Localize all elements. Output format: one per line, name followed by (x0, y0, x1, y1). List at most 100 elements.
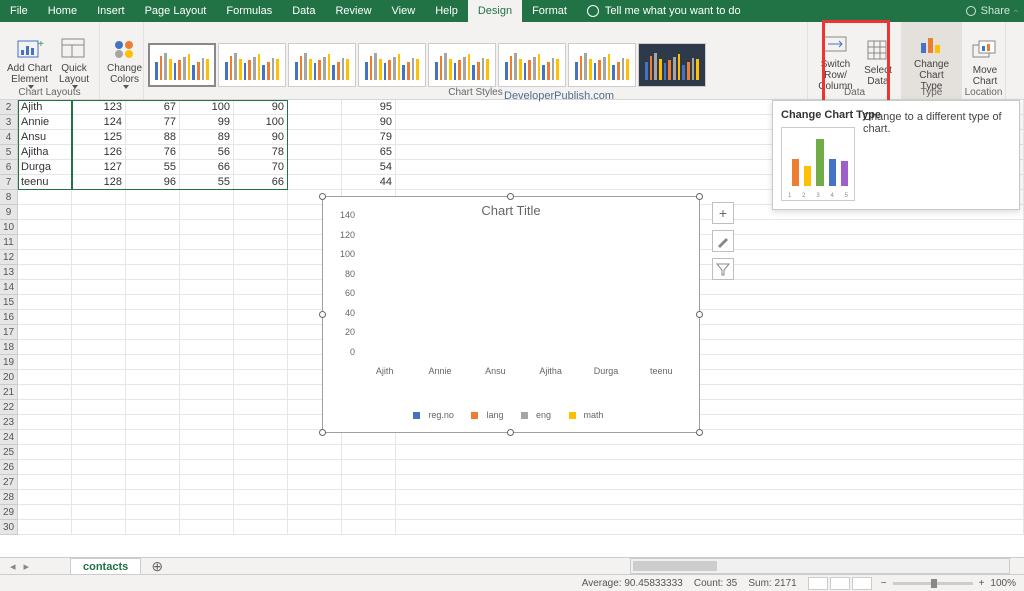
row-header[interactable]: 26 (0, 460, 18, 475)
cell[interactable]: 66 (180, 160, 234, 175)
cell[interactable] (234, 370, 288, 385)
cell[interactable] (288, 175, 342, 190)
change-chart-type-button[interactable]: Change Chart Type (906, 29, 957, 94)
cell[interactable]: 126 (72, 145, 126, 160)
chart-legend[interactable]: reg.no lang eng math (323, 410, 699, 420)
cell[interactable]: Ansu (18, 130, 72, 145)
cell[interactable] (234, 385, 288, 400)
row-header[interactable]: 20 (0, 370, 18, 385)
row-header[interactable]: 4 (0, 130, 18, 145)
cell[interactable] (342, 460, 396, 475)
cell[interactable] (234, 430, 288, 445)
cell[interactable] (126, 505, 180, 520)
cell[interactable]: Durga (18, 160, 72, 175)
cell[interactable]: 124 (72, 115, 126, 130)
cell[interactable]: 67 (126, 100, 180, 115)
row-header[interactable]: 14 (0, 280, 18, 295)
cell[interactable] (234, 235, 288, 250)
cell[interactable] (126, 310, 180, 325)
cell[interactable] (396, 460, 1024, 475)
chart-styles-gallery[interactable] (148, 43, 706, 87)
zoom-out-button[interactable]: − (881, 578, 887, 589)
cell[interactable] (288, 460, 342, 475)
cell[interactable] (288, 145, 342, 160)
cell[interactable]: teenu (18, 175, 72, 190)
cell[interactable] (234, 295, 288, 310)
row-header[interactable]: 24 (0, 430, 18, 445)
cell[interactable] (180, 265, 234, 280)
cell[interactable] (180, 505, 234, 520)
cell[interactable] (396, 445, 1024, 460)
cell[interactable] (18, 220, 72, 235)
chart-style-thumb-1[interactable] (148, 43, 216, 87)
row-header[interactable]: 8 (0, 190, 18, 205)
row-header[interactable]: 19 (0, 355, 18, 370)
cell[interactable] (72, 190, 126, 205)
cell[interactable] (234, 505, 288, 520)
cell[interactable] (72, 280, 126, 295)
cell[interactable] (18, 490, 72, 505)
cell[interactable] (234, 415, 288, 430)
row-header[interactable]: 12 (0, 250, 18, 265)
change-colors-button[interactable]: Change Colors (104, 33, 145, 91)
tab-view[interactable]: View (382, 0, 426, 22)
cell[interactable]: 90 (234, 100, 288, 115)
row-header[interactable]: 15 (0, 295, 18, 310)
cell[interactable] (18, 505, 72, 520)
cell[interactable] (288, 115, 342, 130)
cell[interactable] (396, 475, 1024, 490)
cell[interactable]: 100 (180, 100, 234, 115)
cell[interactable] (72, 430, 126, 445)
cell[interactable] (72, 205, 126, 220)
cell[interactable] (234, 520, 288, 535)
cell[interactable]: 99 (180, 115, 234, 130)
cell[interactable]: 95 (342, 100, 396, 115)
cell[interactable] (72, 295, 126, 310)
cell[interactable] (180, 190, 234, 205)
tab-review[interactable]: Review (325, 0, 381, 22)
cell[interactable] (126, 190, 180, 205)
cell[interactable] (18, 415, 72, 430)
row-header[interactable]: 29 (0, 505, 18, 520)
cell[interactable] (72, 355, 126, 370)
cell[interactable]: 70 (234, 160, 288, 175)
cell[interactable] (288, 100, 342, 115)
cell[interactable] (72, 235, 126, 250)
cell[interactable] (18, 355, 72, 370)
cell[interactable] (18, 205, 72, 220)
sheet-tab-contacts[interactable]: contacts (70, 558, 141, 575)
cell[interactable]: Ajith (18, 100, 72, 115)
cell[interactable] (18, 280, 72, 295)
cell[interactable] (18, 325, 72, 340)
row-header[interactable]: 25 (0, 445, 18, 460)
cell[interactable] (126, 235, 180, 250)
cell[interactable] (18, 430, 72, 445)
cell[interactable] (180, 235, 234, 250)
cell[interactable] (180, 310, 234, 325)
cell[interactable] (234, 265, 288, 280)
cell[interactable] (18, 370, 72, 385)
cell[interactable] (18, 190, 72, 205)
zoom-slider[interactable] (893, 582, 973, 585)
cell[interactable] (180, 445, 234, 460)
cell[interactable] (72, 460, 126, 475)
row-header[interactable]: 3 (0, 115, 18, 130)
cell[interactable] (234, 325, 288, 340)
cell[interactable] (72, 310, 126, 325)
tell-me-search[interactable]: Tell me what you want to do (587, 5, 741, 17)
zoom-control[interactable]: − + 100% (881, 578, 1016, 589)
cell[interactable]: 56 (180, 145, 234, 160)
cell[interactable] (126, 445, 180, 460)
chart-style-thumb-6[interactable] (498, 43, 566, 87)
move-chart-button[interactable]: Move Chart (966, 35, 1004, 89)
collapse-ribbon-icon[interactable]: ⌃ (1012, 9, 1020, 20)
cell[interactable] (234, 475, 288, 490)
quick-layout-button[interactable]: Quick Layout (55, 33, 93, 91)
cell[interactable]: 127 (72, 160, 126, 175)
add-sheet-button[interactable]: ⊕ (147, 558, 167, 575)
chart-style-thumb-4[interactable] (358, 43, 426, 87)
cell[interactable]: 96 (126, 175, 180, 190)
cell[interactable] (72, 370, 126, 385)
cell[interactable] (288, 505, 342, 520)
chart-style-thumb-5[interactable] (428, 43, 496, 87)
